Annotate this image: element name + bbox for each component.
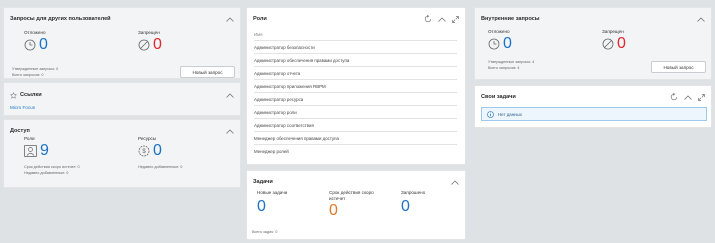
resource-icon: $ bbox=[138, 145, 150, 157]
own-tasks-card: Свои задачи Нет данных bbox=[474, 85, 712, 128]
expand-icon[interactable] bbox=[698, 93, 705, 101]
role-row[interactable]: Администратор обеспечения правами доступ… bbox=[254, 54, 457, 67]
tasks-card-title: Задачи bbox=[253, 179, 273, 185]
clock-icon bbox=[24, 39, 36, 51]
role-row[interactable]: Администратор ресурса bbox=[254, 93, 457, 106]
role-row[interactable]: Администратор отчета bbox=[254, 67, 457, 80]
refresh-icon[interactable] bbox=[424, 15, 432, 23]
access-resources-label: Ресурсы bbox=[138, 136, 157, 141]
links-card-title: Ссылки bbox=[20, 92, 42, 98]
no-data-text: Нет данных bbox=[498, 111, 522, 117]
tasks-new-label: Новые задачи bbox=[257, 190, 288, 195]
access-roles-value: 9 bbox=[40, 142, 49, 159]
micro-focus-link[interactable]: Micro Focus bbox=[10, 105, 35, 110]
tasks-expiring-label: Срок действия скоро истечет bbox=[329, 190, 374, 201]
role-icon bbox=[24, 145, 37, 157]
roles-column-name: Имя bbox=[254, 31, 263, 37]
access-recent-roles-text: Недавно добавленные: 0 bbox=[24, 171, 69, 175]
new-request-button[interactable]: Новый запрос bbox=[180, 66, 235, 78]
requests-denied-stat[interactable]: 0 bbox=[138, 37, 162, 53]
access-roles-stat[interactable]: 9 bbox=[24, 143, 49, 159]
own-tasks-card-header: Свои задачи bbox=[481, 91, 705, 103]
tasks-card-header: Задачи bbox=[253, 176, 459, 188]
denied-icon bbox=[138, 39, 150, 51]
role-name: Администратор соответствия bbox=[254, 122, 314, 128]
tasks-requested-label: Запрошено bbox=[401, 190, 426, 195]
expand-icon[interactable] bbox=[452, 15, 459, 23]
role-row[interactable]: Менеджер обеспечения правами доступа bbox=[254, 132, 457, 145]
info-icon bbox=[487, 110, 494, 118]
tasks-card: Задачи Новые задачи 0 Срок действия скор… bbox=[246, 170, 466, 240]
role-name: Менеджер обеспечения правами доступа bbox=[254, 135, 339, 141]
role-name: Администратор обеспечения правами доступ… bbox=[254, 57, 350, 63]
internal-requests-card: Внутренние запросы Отложено 0 Запрещен 0… bbox=[474, 7, 712, 80]
role-row[interactable]: Администратор роли bbox=[254, 106, 457, 119]
internal-postponed-value: 0 bbox=[503, 35, 512, 52]
no-data-message: Нет данных bbox=[481, 107, 707, 121]
svg-text:$: $ bbox=[142, 149, 146, 155]
chevron-up-icon[interactable] bbox=[697, 16, 705, 22]
chevron-up-icon[interactable] bbox=[226, 92, 234, 98]
chevron-up-icon[interactable] bbox=[684, 94, 692, 100]
role-row[interactable]: Администратор безопасности bbox=[254, 41, 457, 54]
tasks-total-text: Всего задач: 0 bbox=[252, 230, 278, 234]
new-request-button[interactable]: Новый запрос bbox=[651, 61, 706, 73]
role-name: Администратор отчета bbox=[254, 70, 301, 76]
tasks-expiring-value[interactable]: 0 bbox=[329, 203, 338, 219]
links-card: Ссылки Micro Focus bbox=[3, 82, 241, 116]
role-row[interactable]: Администратор приложения RBPM bbox=[254, 80, 457, 93]
refresh-icon[interactable] bbox=[670, 93, 678, 101]
requests-card-title: Запросы для других пользователей bbox=[10, 16, 111, 22]
chevron-up-icon[interactable] bbox=[226, 128, 234, 134]
tasks-requested-value[interactable]: 0 bbox=[401, 199, 410, 215]
access-card: Доступ Роли 9 Ресурсы $ 0 Срок действия … bbox=[3, 119, 241, 188]
roles-card-title: Роли bbox=[253, 16, 267, 22]
internal-denied-label: Запрещен bbox=[602, 29, 624, 34]
own-tasks-card-title: Свои задачи bbox=[481, 94, 516, 100]
links-card-header: Ссылки bbox=[10, 89, 234, 101]
roles-column-header[interactable]: Имя bbox=[254, 28, 457, 41]
chevron-up-icon[interactable] bbox=[226, 16, 234, 22]
requests-postponed-stat[interactable]: 0 bbox=[24, 37, 48, 53]
requests-denied-value: 0 bbox=[153, 36, 162, 53]
requests-total-text: Всего запросов: 0 bbox=[12, 73, 44, 77]
role-row[interactable]: Менеджер ролей bbox=[254, 145, 457, 158]
access-resources-stat[interactable]: $ 0 bbox=[138, 143, 162, 159]
requests-card-header: Запросы для других пользователей bbox=[10, 13, 234, 25]
star-icon[interactable] bbox=[10, 91, 17, 99]
internal-postponed-label: Отложено bbox=[488, 29, 510, 34]
role-name: Администратор роли bbox=[254, 109, 297, 115]
internal-denied-value: 0 bbox=[617, 35, 626, 52]
requests-postponed-value: 0 bbox=[39, 36, 48, 53]
requests-postponed-label: Отложено bbox=[24, 30, 46, 35]
tasks-new-value[interactable]: 0 bbox=[257, 199, 266, 215]
chevron-up-icon[interactable] bbox=[451, 179, 459, 185]
access-roles-label: Роли bbox=[24, 136, 35, 141]
role-name: Администратор безопасности bbox=[254, 44, 315, 50]
chevron-up-icon[interactable] bbox=[438, 16, 446, 22]
access-recent-resources-text: Недавно добавленные: 0 bbox=[138, 165, 183, 169]
role-name: Менеджер ролей bbox=[254, 149, 289, 154]
access-resources-value: 0 bbox=[153, 142, 162, 159]
role-name: Администратор приложения RBPM bbox=[254, 83, 326, 89]
requests-for-others-card: Запросы для других пользователей Отложен… bbox=[3, 7, 241, 79]
internal-total-text: Всего запросов: 4 bbox=[488, 66, 520, 70]
roles-card: Роли Имя Администратор безопасности Адми… bbox=[246, 7, 466, 165]
internal-postponed-stat[interactable]: 0 bbox=[488, 36, 512, 52]
internal-card-header: Внутренние запросы bbox=[481, 13, 705, 25]
access-card-header: Доступ bbox=[10, 125, 234, 137]
roles-card-header: Роли bbox=[253, 13, 459, 25]
role-row[interactable]: Администратор соответствия bbox=[254, 119, 457, 132]
requests-denied-label: Запрещен bbox=[138, 30, 160, 35]
role-name: Администратор ресурса bbox=[254, 96, 304, 102]
denied-icon bbox=[602, 38, 614, 50]
clock-icon bbox=[488, 38, 500, 50]
internal-card-title: Внутренние запросы bbox=[481, 16, 540, 22]
internal-denied-stat[interactable]: 0 bbox=[602, 36, 626, 52]
access-card-title: Доступ bbox=[10, 128, 30, 134]
